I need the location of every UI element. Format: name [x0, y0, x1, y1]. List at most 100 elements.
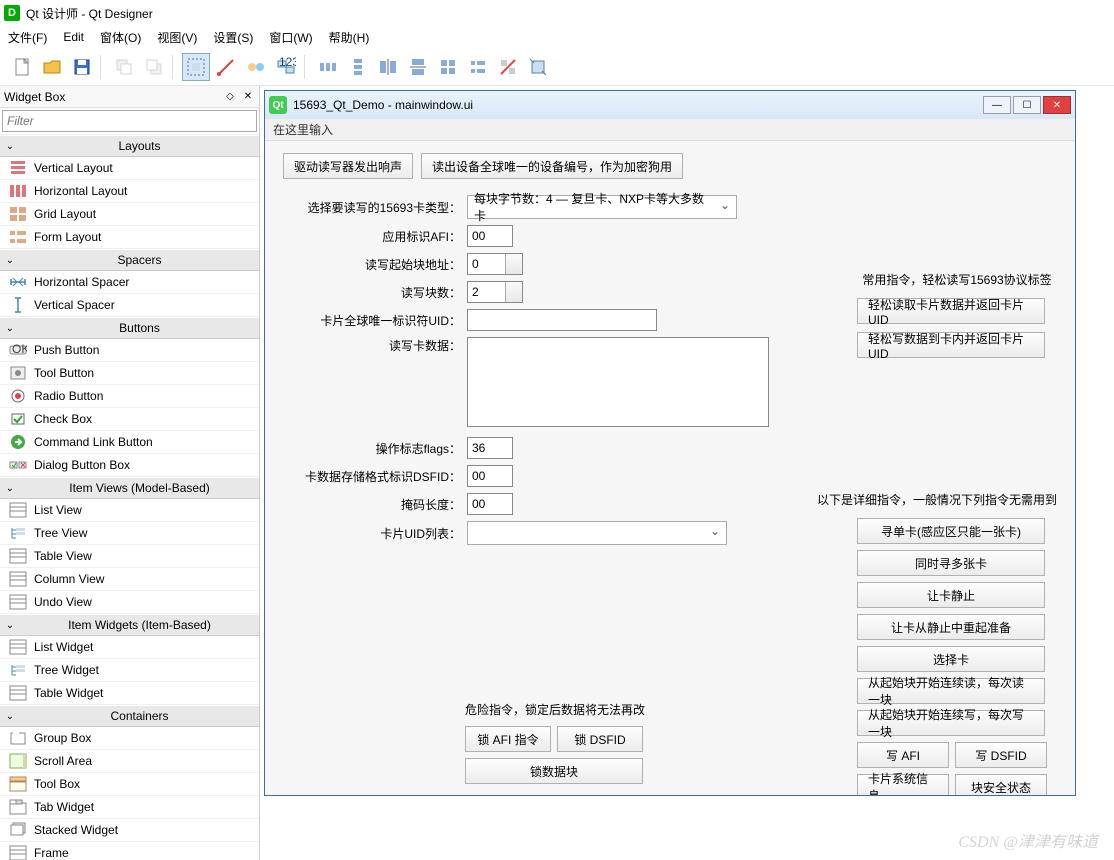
widget-item[interactable]: Table Widget [0, 682, 259, 705]
widget-item[interactable]: Stacked Widget [0, 819, 259, 842]
widget-item[interactable]: Horizontal Spacer [0, 271, 259, 294]
category-header[interactable]: ⌄Containers [0, 705, 259, 727]
bring-front-icon[interactable] [140, 53, 168, 81]
widget-item[interactable]: Vertical Spacer [0, 294, 259, 317]
category-header[interactable]: ⌄Spacers [0, 249, 259, 271]
dock-close-icon[interactable]: ✕ [241, 90, 255, 104]
easy-read-button[interactable]: 轻松读取卡片数据并返回卡片UID [857, 298, 1045, 324]
widget-item[interactable]: OKPush Button [0, 339, 259, 362]
write-dsfid-button[interactable]: 写 DSFID [955, 742, 1047, 768]
lock-afi-button[interactable]: 锁 AFI 指令 [465, 726, 551, 752]
dsfid-input[interactable]: 00 [467, 465, 513, 487]
select-card-button[interactable]: 选择卡 [857, 646, 1045, 672]
inventory-single-button[interactable]: 寻单卡(感应区只能一张卡) [857, 518, 1045, 544]
sysinfo-button[interactable]: 卡片系统信息 [857, 774, 949, 795]
subwin-min-icon[interactable]: — [983, 96, 1011, 114]
form-canvas[interactable]: 驱动读写器发出响声 读出设备全球唯一的设备编号，作为加密狗用 选择要读写的156… [265, 141, 1075, 795]
rw-data-textarea[interactable] [467, 337, 769, 427]
block-count-spinbox[interactable]: 2▴▾ [467, 281, 523, 303]
widget-item[interactable]: Tree Widget [0, 659, 259, 682]
layout-hsplit-icon[interactable] [374, 53, 402, 81]
widget-icon [8, 594, 28, 610]
widget-item[interactable]: List View [0, 499, 259, 522]
menu-file[interactable]: 文件(F) [8, 29, 47, 46]
main-toolbar: 123 [0, 48, 1114, 86]
beep-button[interactable]: 驱动读写器发出响声 [283, 153, 413, 179]
widget-item[interactable]: Scroll Area [0, 750, 259, 773]
widget-item-label: Dialog Button Box [34, 458, 130, 472]
open-file-icon[interactable] [38, 53, 66, 81]
easy-write-button[interactable]: 轻松写数据到卡内并返回卡片UID [857, 332, 1045, 358]
widget-item[interactable]: Grid Layout [0, 203, 259, 226]
layout-h-icon[interactable] [314, 53, 342, 81]
form-menubar-hint[interactable]: 在这里输入 [273, 121, 333, 138]
inventory-multi-button[interactable]: 同时寻多张卡 [857, 550, 1045, 576]
write-blocks-button[interactable]: 从起始块开始连续写，每次写一块 [857, 710, 1045, 736]
reset-ready-button[interactable]: 让卡从静止中重起准备 [857, 614, 1045, 640]
category-header[interactable]: ⌄Item Widgets (Item-Based) [0, 614, 259, 636]
chevron-down-icon: ⌄ [0, 323, 20, 334]
menu-view[interactable]: 视图(V) [157, 29, 197, 46]
widget-item[interactable]: Tree View [0, 522, 259, 545]
uidlist-select[interactable] [467, 521, 727, 545]
save-file-icon[interactable] [68, 53, 96, 81]
adjust-size-icon[interactable] [524, 53, 552, 81]
read-blocks-button[interactable]: 从起始块开始连续读，每次读一块 [857, 678, 1045, 704]
widget-icon [8, 365, 28, 381]
layout-v-icon[interactable] [344, 53, 372, 81]
widget-item[interactable]: Column View [0, 568, 259, 591]
subwin-max-icon[interactable]: ☐ [1013, 96, 1041, 114]
category-header[interactable]: ⌄Item Views (Model-Based) [0, 477, 259, 499]
widget-item[interactable]: Tool Box [0, 773, 259, 796]
widget-filter-input[interactable] [2, 110, 257, 132]
widget-item[interactable]: Table View [0, 545, 259, 568]
menu-settings[interactable]: 设置(S) [213, 29, 253, 46]
edit-signals-icon[interactable] [212, 53, 240, 81]
widget-item[interactable]: Form Layout [0, 226, 259, 249]
edit-taborder-icon[interactable]: 123 [272, 53, 300, 81]
widget-item[interactable]: Dialog Button Box [0, 454, 259, 477]
layout-grid-icon[interactable] [434, 53, 462, 81]
widget-item[interactable]: Tool Button [0, 362, 259, 385]
start-block-spinbox[interactable]: 0▴▾ [467, 253, 523, 275]
dock-float-icon[interactable]: ◇ [223, 90, 237, 104]
break-layout-icon[interactable] [494, 53, 522, 81]
menu-window[interactable]: 窗口(W) [269, 29, 312, 46]
widget-item[interactable]: Group Box [0, 727, 259, 750]
edit-widgets-icon[interactable] [182, 53, 210, 81]
edit-buddies-icon[interactable] [242, 53, 270, 81]
widget-item[interactable]: Vertical Layout [0, 157, 259, 180]
stay-quiet-button[interactable]: 让卡静止 [857, 582, 1045, 608]
widget-tree[interactable]: ⌄LayoutsVertical LayoutHorizontal Layout… [0, 134, 259, 860]
widget-item[interactable]: List Widget [0, 636, 259, 659]
uid-input[interactable] [467, 309, 657, 331]
category-header[interactable]: ⌄Layouts [0, 135, 259, 157]
menu-help[interactable]: 帮助(H) [329, 29, 370, 46]
widget-item[interactable]: Frame [0, 842, 259, 860]
form-menubar[interactable]: 在这里输入 [265, 119, 1075, 141]
widget-item[interactable]: Undo View [0, 591, 259, 614]
widget-item[interactable]: Horizontal Layout [0, 180, 259, 203]
card-type-select[interactable]: 每块字节数：4 — 复旦卡、NXP卡等大多数卡 [467, 195, 737, 219]
layout-form-icon[interactable] [464, 53, 492, 81]
lock-block-button[interactable]: 锁数据块 [465, 758, 643, 784]
menu-form[interactable]: 窗体(O) [100, 29, 141, 46]
write-afi-button[interactable]: 写 AFI [857, 742, 949, 768]
widget-item[interactable]: Tab Widget [0, 796, 259, 819]
widget-item[interactable]: Radio Button [0, 385, 259, 408]
widget-item[interactable]: Command Link Button [0, 431, 259, 454]
lock-dsfid-button[interactable]: 锁 DSFID [557, 726, 643, 752]
subwin-close-icon[interactable]: ✕ [1043, 96, 1071, 114]
category-header[interactable]: ⌄Buttons [0, 317, 259, 339]
masklen-input[interactable]: 00 [467, 493, 513, 515]
afi-input[interactable]: 00 [467, 225, 513, 247]
layout-vsplit-icon[interactable] [404, 53, 432, 81]
send-back-icon[interactable] [110, 53, 138, 81]
block-security-button[interactable]: 块安全状态 [955, 774, 1047, 795]
widget-item[interactable]: Check Box [0, 408, 259, 431]
read-devno-button[interactable]: 读出设备全球唯一的设备编号，作为加密狗用 [421, 153, 683, 179]
new-file-icon[interactable] [8, 53, 36, 81]
subwindow-titlebar[interactable]: Qt 15693_Qt_Demo - mainwindow.ui — ☐ ✕ [265, 91, 1075, 119]
flags-input[interactable]: 36 [467, 437, 513, 459]
menu-edit[interactable]: Edit [63, 30, 84, 44]
